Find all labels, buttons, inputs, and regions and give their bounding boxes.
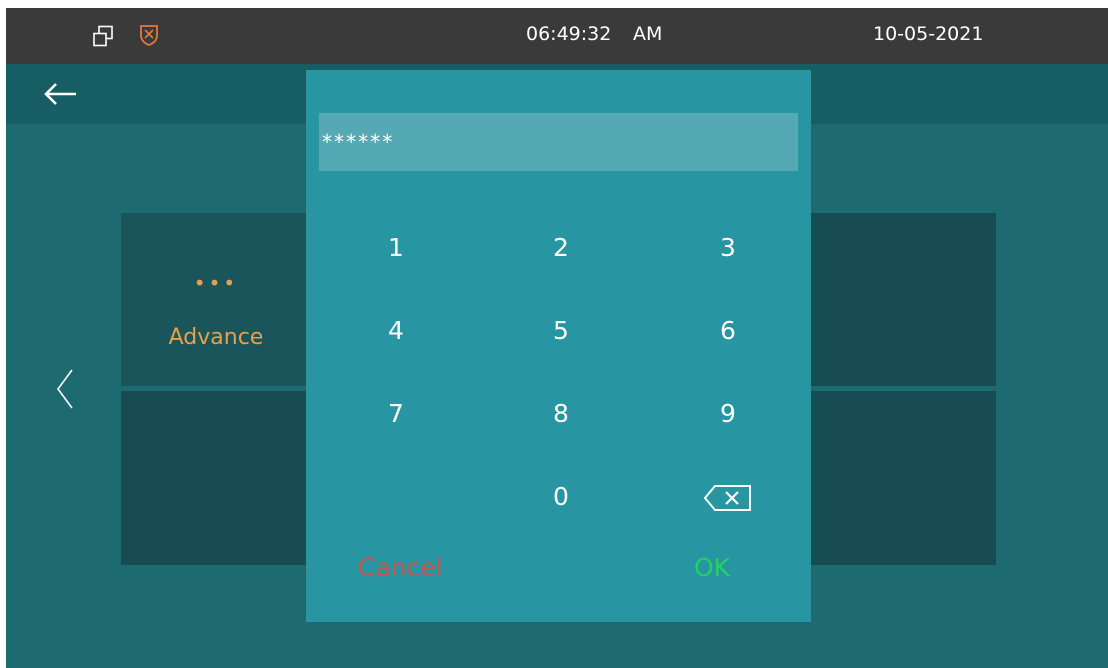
tile-advance[interactable]: ••• Advance	[121, 213, 311, 386]
backspace-icon	[703, 485, 751, 511]
chevron-left-icon[interactable]	[50, 366, 80, 412]
tile-empty-bottom-right[interactable]	[808, 391, 996, 565]
status-bar: 06:49:32 AM 10-05-2021	[6, 8, 1108, 64]
more-icon: •••	[193, 271, 239, 295]
ok-button[interactable]: OK	[694, 548, 744, 588]
key-6[interactable]: 6	[668, 303, 788, 359]
screen: 06:49:32 AM 10-05-2021 ••• Advance *****…	[6, 8, 1108, 668]
key-4[interactable]: 4	[336, 303, 456, 359]
tile-empty-bottom-left[interactable]	[121, 391, 311, 565]
key-5[interactable]: 5	[501, 303, 621, 359]
key-2[interactable]: 2	[501, 220, 621, 276]
multi-window-icon	[93, 25, 113, 47]
cancel-button[interactable]: Cancel	[358, 548, 454, 588]
tile-empty-top-right[interactable]	[808, 213, 996, 386]
clock-time: 06:49:32	[526, 23, 612, 45]
shield-icon	[140, 25, 158, 46]
key-8[interactable]: 8	[501, 386, 621, 442]
tile-advance-label: Advance	[168, 325, 264, 350]
password-dialog: ****** 1 2 3 4 5 6 7 8 9 0 Cancel OK	[306, 70, 811, 622]
clock-date: 10-05-2021	[873, 23, 984, 45]
arrow-left-icon[interactable]	[40, 76, 80, 112]
key-3[interactable]: 3	[668, 220, 788, 276]
key-1[interactable]: 1	[336, 220, 456, 276]
key-7[interactable]: 7	[336, 386, 456, 442]
key-0[interactable]: 0	[501, 469, 621, 525]
backspace-button[interactable]	[668, 469, 788, 525]
key-9[interactable]: 9	[668, 386, 788, 442]
clock-ampm: AM	[633, 23, 663, 45]
password-input[interactable]: ******	[319, 113, 798, 171]
